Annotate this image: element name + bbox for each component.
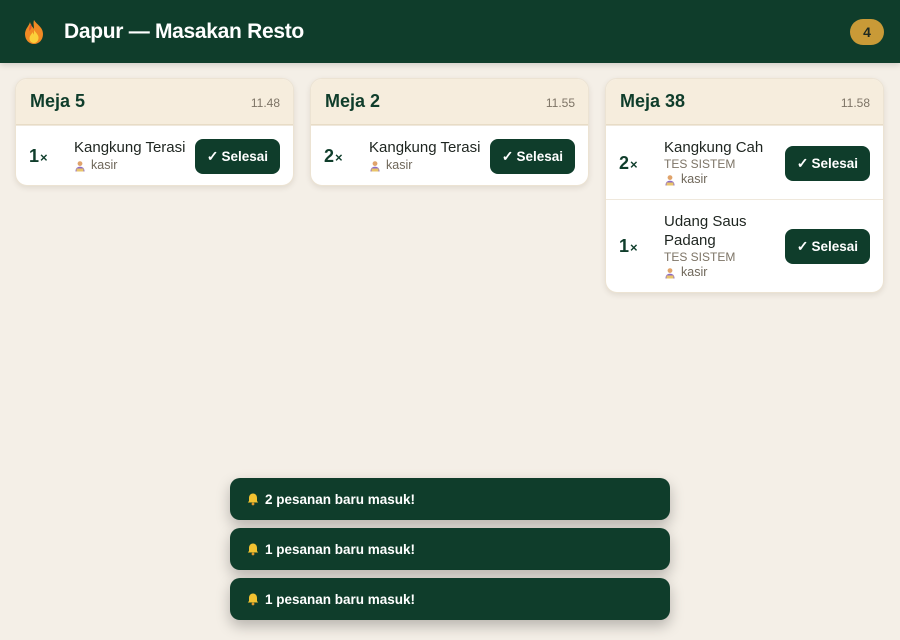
item-name: Kangkung Cah	[664, 139, 764, 156]
toast-notification[interactable]: 1 pesanan baru masuk!	[230, 528, 670, 570]
mark-done-label: Selesai	[811, 155, 858, 171]
check-icon: ✓	[796, 154, 809, 171]
cashier-icon	[369, 160, 381, 172]
item-name: Udang Saus Padang	[664, 213, 747, 249]
bell-icon	[246, 592, 260, 606]
item-user: kasir	[369, 157, 490, 174]
table-name: Meja 5	[30, 91, 86, 111]
toast-notification[interactable]: 2 pesanan baru masuk!	[230, 478, 670, 520]
check-icon: ✓	[501, 147, 514, 164]
mark-done-label: Selesai	[221, 148, 268, 164]
check-icon: ✓	[796, 238, 809, 254]
toast-text: 1 pesanan baru masuk!	[265, 591, 416, 607]
toast-stack: 2 pesanan baru masuk! 1 pesanan baru masu…	[230, 478, 670, 628]
item-name: Kangkung Terasi	[369, 139, 481, 156]
item-details: Kangkung Cah TES SISTEM kasir	[664, 138, 785, 188]
mark-done-button[interactable]: ✓ Selesai	[489, 138, 575, 174]
page-title: Dapur — Masakan Resto	[64, 19, 304, 43]
item-details: Udang Saus Padang TES SISTEM kasir	[664, 212, 785, 281]
item-note: TES SISTEM	[664, 250, 736, 264]
item-name: Kangkung Terasi	[74, 139, 186, 156]
order-card: Meja 38 11.58 2× Kangkung Cah TES SISTEM kasi…	[605, 78, 884, 293]
order-item: 1× Kangkung Terasi kasir ✓ Selesai	[16, 125, 293, 185]
bell-icon	[246, 542, 260, 556]
item-quantity: 1×	[619, 236, 638, 256]
table-name: Meja 2	[325, 91, 381, 111]
toast-text: 1 pesanan baru masuk!	[265, 541, 416, 557]
cashier-icon	[74, 160, 86, 172]
item-quantity: 2×	[619, 152, 638, 173]
item-note: TES SISTEM	[664, 157, 736, 171]
table-name: Meja 38	[620, 91, 686, 111]
order-board: Meja 5 11.48 1× Kangkung Terasi kasir ✓ Selesa…	[15, 78, 886, 293]
order-time: 11.55	[545, 96, 575, 110]
order-time: 11.58	[840, 96, 870, 110]
mark-done-button[interactable]: ✓ Selesai	[194, 138, 280, 174]
bell-icon	[246, 492, 260, 506]
order-card: Meja 5 11.48 1× Kangkung Terasi kasir ✓ Selesa…	[15, 78, 294, 186]
mark-done-label: Selesai	[516, 148, 563, 164]
order-time: 11.48	[250, 96, 280, 110]
flame-icon	[22, 19, 46, 45]
order-item: 2× Kangkung Cah TES SISTEM kasir ✓ Selesai	[606, 125, 883, 199]
order-item: 1× Udang Saus Padang TES SISTEM kasir ✓ Seles…	[606, 199, 883, 292]
card-header: Meja 5 11.48	[16, 79, 293, 125]
cashier-icon	[664, 267, 676, 279]
item-quantity: 2×	[324, 145, 343, 166]
item-user: kasir	[664, 264, 785, 281]
item-user: kasir	[74, 157, 195, 174]
item-details: Kangkung Terasi kasir	[74, 138, 195, 174]
item-details: Kangkung Terasi kasir	[369, 138, 490, 174]
card-header: Meja 2 11.55	[311, 79, 588, 125]
mark-done-button[interactable]: ✓ Selesai	[784, 145, 870, 181]
mark-done-label: Selesai	[811, 239, 858, 254]
card-header: Meja 38 11.58	[606, 79, 883, 125]
check-icon: ✓	[206, 147, 219, 164]
toast-text: 2 pesanan baru masuk!	[265, 491, 416, 507]
order-count-badge: 4	[850, 19, 884, 45]
toast-notification[interactable]: 1 pesanan baru masuk!	[230, 578, 670, 620]
order-item: 2× Kangkung Terasi kasir ✓ Selesai	[311, 125, 588, 185]
mark-done-button[interactable]: ✓ Selesai	[784, 229, 870, 264]
item-user: kasir	[664, 171, 785, 188]
order-card: Meja 2 11.55 2× Kangkung Terasi kasir ✓ Selesa…	[310, 78, 589, 186]
cashier-icon	[664, 174, 676, 186]
item-quantity: 1×	[29, 145, 48, 166]
top-bar: Dapur — Masakan Resto 4	[0, 0, 900, 63]
